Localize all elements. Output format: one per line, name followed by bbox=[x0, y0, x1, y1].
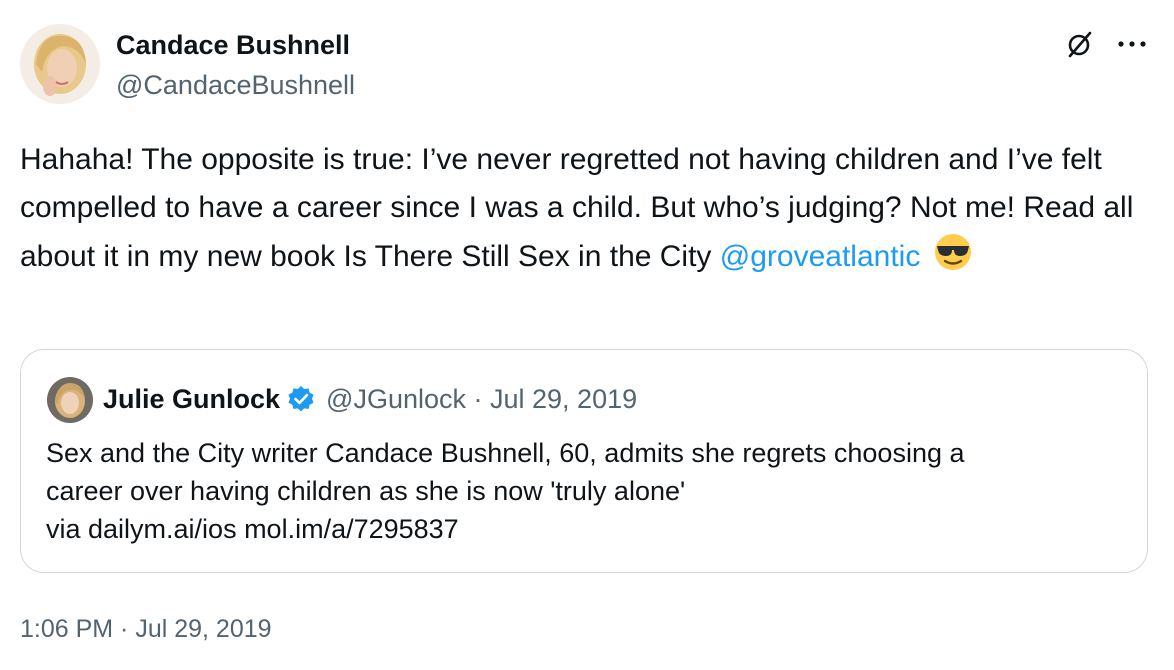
author-name[interactable]: Candace Bushnell bbox=[116, 28, 350, 62]
tweet-text: Hahaha! The opposite is true: I’ve never… bbox=[20, 136, 1160, 287]
quoted-author-avatar[interactable] bbox=[47, 377, 93, 423]
author-handle[interactable]: @CandaceBushnell bbox=[116, 68, 355, 102]
quoted-line-3: via dailym.ai/ios mol.im/a/7295837 bbox=[46, 514, 459, 544]
mention-link[interactable]: @groveatlantic bbox=[720, 240, 921, 273]
author-avatar[interactable] bbox=[20, 24, 100, 104]
more-options-icon[interactable] bbox=[1112, 28, 1152, 60]
quoted-handle-date[interactable]: @JGunlock · Jul 29, 2019 bbox=[326, 382, 637, 416]
quoted-tweet-card[interactable]: Julie Gunlock @JGunlock · Jul 29, 2019 S… bbox=[20, 349, 1148, 573]
quoted-line-1: Sex and the City writer Candace Bushnell… bbox=[46, 438, 965, 468]
quoted-tweet-text: Sex and the City writer Candace Bushnell… bbox=[46, 434, 1126, 548]
quoted-line-2: career over having children as she is no… bbox=[46, 476, 686, 506]
quoted-header: Julie Gunlock @JGunlock · Jul 29, 2019 bbox=[103, 382, 637, 416]
tweet-timestamp[interactable]: 1:06 PM · Jul 29, 2019 bbox=[20, 612, 272, 646]
quoted-author-name[interactable]: Julie Gunlock bbox=[103, 382, 280, 416]
grok-icon[interactable] bbox=[1064, 28, 1096, 60]
verified-badge-icon[interactable] bbox=[286, 384, 316, 414]
sunglasses-emoji-icon bbox=[933, 232, 973, 287]
